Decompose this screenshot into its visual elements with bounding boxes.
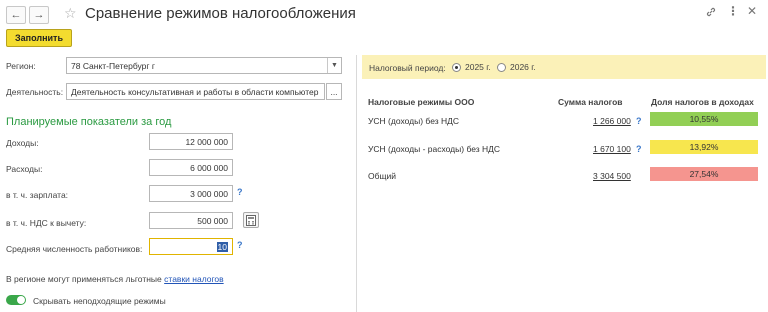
row-help-icon[interactable]: ?	[636, 116, 642, 126]
table-row-regime: УСН (доходы - расходы) без НДС	[368, 144, 501, 154]
activity-select-button[interactable]: ...	[326, 83, 342, 100]
fill-button[interactable]: Заполнить	[6, 29, 72, 47]
panel-divider	[356, 55, 357, 312]
calculator-icon[interactable]	[243, 212, 259, 228]
region-select[interactable]: 78 Санкт-Петербург г ▼	[66, 57, 342, 74]
close-icon[interactable]: ✕	[747, 4, 757, 18]
expenses-label: Расходы:	[6, 164, 43, 174]
activity-label: Деятельность:	[6, 87, 64, 97]
page-title: Сравнение режимов налогообложения	[85, 5, 356, 22]
column-header-regime: Налоговые режимы ООО	[368, 97, 475, 107]
staff-label: Средняя численность работников:	[6, 244, 143, 254]
hide-regimes-toggle[interactable]	[6, 295, 26, 305]
arrow-right-icon: →	[33, 9, 45, 21]
forward-button[interactable]: →	[29, 6, 49, 24]
activity-field[interactable]: Деятельность консультативная и работы в …	[66, 83, 325, 100]
column-header-share: Доля налогов в доходах	[651, 97, 754, 107]
table-row-regime: Общий	[368, 171, 396, 181]
period-label: Налоговый период:	[369, 63, 446, 73]
salary-label: в т. ч. зарплата:	[6, 190, 69, 200]
staff-value: 10	[216, 241, 228, 252]
staff-input[interactable]: 10	[149, 238, 233, 255]
column-header-sum: Сумма налогов	[558, 97, 623, 107]
period-option-label: 2025 г.	[465, 62, 491, 72]
vat-label: в т. ч. НДС к вычету:	[6, 218, 87, 228]
period-option-2026[interactable]: 2026 г.	[497, 62, 536, 72]
radio-empty-icon	[497, 62, 506, 72]
region-note: В регионе могут применяться льготные ста…	[6, 274, 224, 284]
income-label: Доходы:	[6, 138, 39, 148]
period-option-2025[interactable]: 2025 г.	[452, 62, 491, 72]
salary-input[interactable]: 3 000 000	[149, 185, 233, 202]
staff-help-icon[interactable]: ?	[237, 240, 243, 250]
table-row-sum-link[interactable]: 1 670 100	[593, 144, 631, 154]
star-icon[interactable]: ☆	[64, 5, 77, 22]
table-row-share: 27,54%	[650, 167, 758, 181]
chevron-down-icon[interactable]: ▼	[327, 58, 341, 73]
table-row-share: 13,92%	[650, 140, 758, 154]
section-title: Планируемые показатели за год	[6, 116, 172, 128]
salary-help-icon[interactable]: ?	[237, 187, 243, 197]
vat-input[interactable]: 500 000	[149, 212, 233, 229]
radio-selected-icon	[452, 62, 461, 72]
region-label: Регион:	[6, 61, 36, 71]
income-input[interactable]: 12 000 000	[149, 133, 233, 150]
back-button[interactable]: ←	[6, 6, 26, 24]
activity-value: Деятельность консультативная и работы в …	[71, 86, 319, 97]
more-icon[interactable]: ⋮	[727, 4, 739, 18]
tax-rates-link[interactable]: ставки налогов	[164, 274, 223, 284]
table-row-sum-link[interactable]: 3 304 500	[593, 171, 631, 181]
arrow-left-icon: ←	[10, 9, 22, 21]
link-icon[interactable]	[705, 6, 717, 21]
hide-regimes-label: Скрывать неподходящие режимы	[33, 296, 166, 306]
period-option-label: 2026 г.	[510, 62, 536, 72]
region-value: 78 Санкт-Петербург г	[71, 60, 155, 71]
table-row-regime: УСН (доходы) без НДС	[368, 116, 460, 126]
expenses-input[interactable]: 6 000 000	[149, 159, 233, 176]
table-row-share: 10,55%	[650, 112, 758, 126]
region-note-text: В регионе могут применяться льготные	[6, 274, 162, 284]
row-help-icon[interactable]: ?	[636, 144, 642, 154]
table-row-sum-link[interactable]: 1 266 000	[593, 116, 631, 126]
